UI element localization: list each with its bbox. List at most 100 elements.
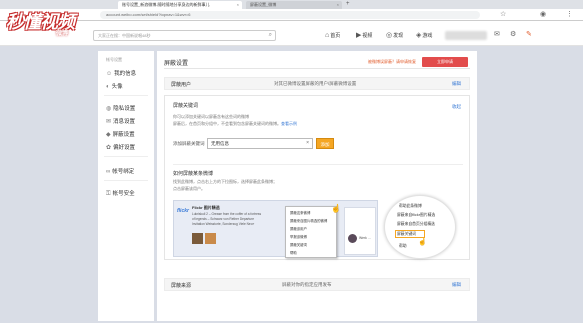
panel-divider [173, 164, 463, 165]
preference-icon: ✿ [106, 145, 112, 151]
browser-tab-active[interactable]: 账号设置_新浪微博-随时随地分享身边的新鲜事儿 × [118, 1, 242, 9]
nav-discover[interactable]: ◎发现 [386, 31, 403, 41]
sidebar-item-my-info[interactable]: ☺ 我的信息 [106, 69, 136, 77]
close-tab-icon[interactable]: × [237, 1, 239, 9]
sidebar-item-binding[interactable]: ∞ 帐号绑定 [106, 167, 134, 175]
title-divider [164, 68, 470, 69]
tab-title: 屏蔽设置_微博 [250, 2, 277, 7]
game-icon: ◈ [416, 32, 422, 39]
search-icon[interactable]: ⌕ [269, 31, 272, 40]
gear-icon[interactable]: ⚙ [510, 30, 516, 40]
thumbnail-image [192, 233, 203, 244]
nav-video[interactable]: ▶视频 [356, 31, 372, 41]
cursor-icon: ☝ [331, 204, 341, 213]
browser-tab[interactable]: 屏蔽设置_微博 × [246, 1, 342, 9]
row-label: 屏蔽来源 [171, 283, 192, 289]
shield-user-row: 屏蔽用户 对其已微博设置屏蔽的用户/屏蔽微博设置 编辑 [164, 77, 470, 90]
new-tab-button[interactable]: + [346, 0, 350, 9]
avatar-icon: ◐ [106, 84, 110, 90]
star-icon[interactable]: ☆ [500, 10, 506, 20]
menu-item: 屏蔽该用户 [290, 227, 307, 231]
sidebar-item-preference[interactable]: ✿ 偏好设置 [106, 143, 135, 151]
nav-home[interactable]: ⌂首页 [325, 31, 340, 41]
keyword-input[interactable]: 无用信息 × [207, 138, 313, 149]
magnifier-item: 帮助 [399, 244, 407, 248]
edit-link[interactable]: 编辑 [452, 282, 461, 288]
shield-icon: ◆ [106, 132, 111, 138]
howto-line-2: 点击屏蔽该用户。 [173, 186, 205, 191]
sidebar-divider [104, 156, 148, 157]
row-label: 屏蔽用户 [171, 82, 192, 88]
keyword-desc-1: 你可以添加关键词以屏蔽含有这些词的微博 [173, 114, 249, 119]
compose-icon[interactable]: ✎ [526, 30, 532, 40]
magnifier-item: 屏蔽来自首页分组精选 [397, 222, 435, 226]
sidebar-item-message[interactable]: ✉ 消息设置 [106, 117, 135, 125]
example-link[interactable]: 查看示例 [281, 121, 297, 126]
howto-line-1: 找到此微博，点击右上方的下拉图标，选择屏蔽此条微博； [173, 179, 277, 184]
illustration-feed-card: Werk … [344, 207, 376, 255]
user-name-blurred[interactable] [445, 31, 487, 40]
sidebar-item-shield[interactable]: ◆ 屏蔽设置 [106, 130, 135, 138]
recover-button[interactable]: 立即申请 [422, 57, 468, 67]
url-field[interactable]: account.weibo.com/set/shield?topnav=1&wv… [100, 11, 480, 19]
menu-item: 举报该微博 [290, 235, 307, 239]
sidebar-item-security[interactable]: ⚿ 帐号安全 [106, 189, 135, 198]
menu-icon[interactable]: ⋮ [566, 10, 573, 20]
magnifier-callout: 帮助此条微博 屏蔽来自flickr图片精选 屏蔽来自首页分组精选 屏蔽关键词 帮… [384, 195, 456, 259]
search-input[interactable]: 大家正在搜：中国新说唱48秒 ⌕ [93, 30, 276, 41]
search-placeholder: 大家正在搜：中国新说唱48秒 [98, 33, 151, 38]
lock-icon: ⚿ [106, 191, 111, 197]
illustration-dropdown-menu: 屏蔽这条微博 屏蔽来自图片精选的微博 屏蔽该用户 举报该微博 屏蔽关键词 帮助 [285, 206, 337, 258]
message-icon: ✉ [106, 119, 112, 125]
magnifier-highlight [395, 230, 425, 238]
sidebar-item-avatar[interactable]: ◐ 头像 [106, 82, 123, 90]
discover-icon: ◎ [386, 32, 393, 39]
cursor-icon: ☝ [418, 239, 427, 246]
illustration-post-name: Flickr 图片精选 [192, 205, 220, 210]
account-icon[interactable]: ◉ [540, 10, 546, 20]
keyword-title: 屏蔽关键词 [173, 103, 199, 109]
add-keyword-button[interactable]: 添加 [316, 138, 334, 149]
menu-item: 屏蔽来自图片精选的微博 [290, 219, 328, 223]
page-title: 屏蔽设置 [164, 61, 189, 67]
keyword-value: 无用信息 [211, 141, 229, 146]
row-desc: 屏蔽对你的指定应用发布 [282, 282, 332, 287]
keyword-desc-2: 屏蔽后，在首页和分组中，不会看到包含屏蔽关键词的微博。查看示例 [173, 121, 297, 126]
menu-item: 帮助 [290, 251, 297, 255]
address-bar: account.weibo.com/set/shield?topnav=1&wv… [0, 9, 583, 21]
row-desc: 对其已微博设置屏蔽的用户/屏蔽微博设置 [274, 81, 357, 86]
settings-sidebar: 帐号设置 ☺ 我的信息 ◐ 头像 ◍ 隐私设置 ✉ 消息设置 ◆ 屏蔽设置 ✿ 偏好设置 ∞… [98, 51, 154, 321]
browser-tab-bar: 账号设置_新浪微博-随时随地分享身边的新鲜事儿 × 屏蔽设置_微博 × + [0, 0, 583, 9]
example-illustration: flickr Flickr 图片精选 Lukriskuli 2 – Grease… [173, 200, 378, 257]
avatar [348, 234, 357, 243]
sidebar-item-privacy[interactable]: ◍ 隐私设置 [106, 104, 135, 112]
video-icon: ▶ [356, 32, 362, 39]
thumbnail-image [205, 233, 216, 244]
magnifier-item: 屏蔽来自flickr图片精选 [397, 213, 436, 217]
illustration-line: Invitation Weisstorte, Sonderzug Viele N… [192, 222, 255, 226]
feed-user-name: Werk … [359, 236, 372, 240]
sidebar-divider [104, 95, 148, 96]
site-logo-sub: 微博 [56, 31, 69, 37]
nav-game[interactable]: ◈游戏 [416, 31, 432, 41]
magnifier-item: 帮助此条微博 [399, 204, 422, 208]
message-icon[interactable]: ✉ [494, 30, 500, 40]
home-icon: ⌂ [325, 32, 330, 39]
menu-item: 屏蔽关键词 [290, 243, 307, 247]
collapse-link[interactable]: 收起 [452, 104, 461, 110]
clear-icon[interactable]: × [306, 139, 309, 148]
close-tab-icon[interactable]: × [337, 1, 339, 9]
edit-link[interactable]: 编辑 [452, 81, 461, 87]
illustration-line: Lukriskuli 2 – Grease from the coffer of… [192, 212, 262, 216]
tab-title: 账号设置_新浪微博-随时随地分享身边的新鲜事儿 [122, 2, 210, 7]
user-icon: ☺ [106, 71, 113, 77]
privacy-icon: ◍ [106, 106, 112, 112]
sidebar-divider [104, 180, 148, 181]
link-icon: ∞ [106, 169, 111, 175]
illustration-line: of legends – Schwarz von Rether Departur… [192, 217, 255, 221]
shield-source-row: 屏蔽来源 屏蔽对你的指定应用发布 编辑 [164, 278, 470, 291]
howto-title: 如何屏蔽某条微博 [173, 171, 214, 177]
report-link[interactable]: 被微博误屏蔽？请申请恢复 [368, 59, 416, 65]
menu-item: 屏蔽这条微博 [290, 211, 311, 215]
sidebar-section-title: 帐号设置 [106, 57, 122, 62]
